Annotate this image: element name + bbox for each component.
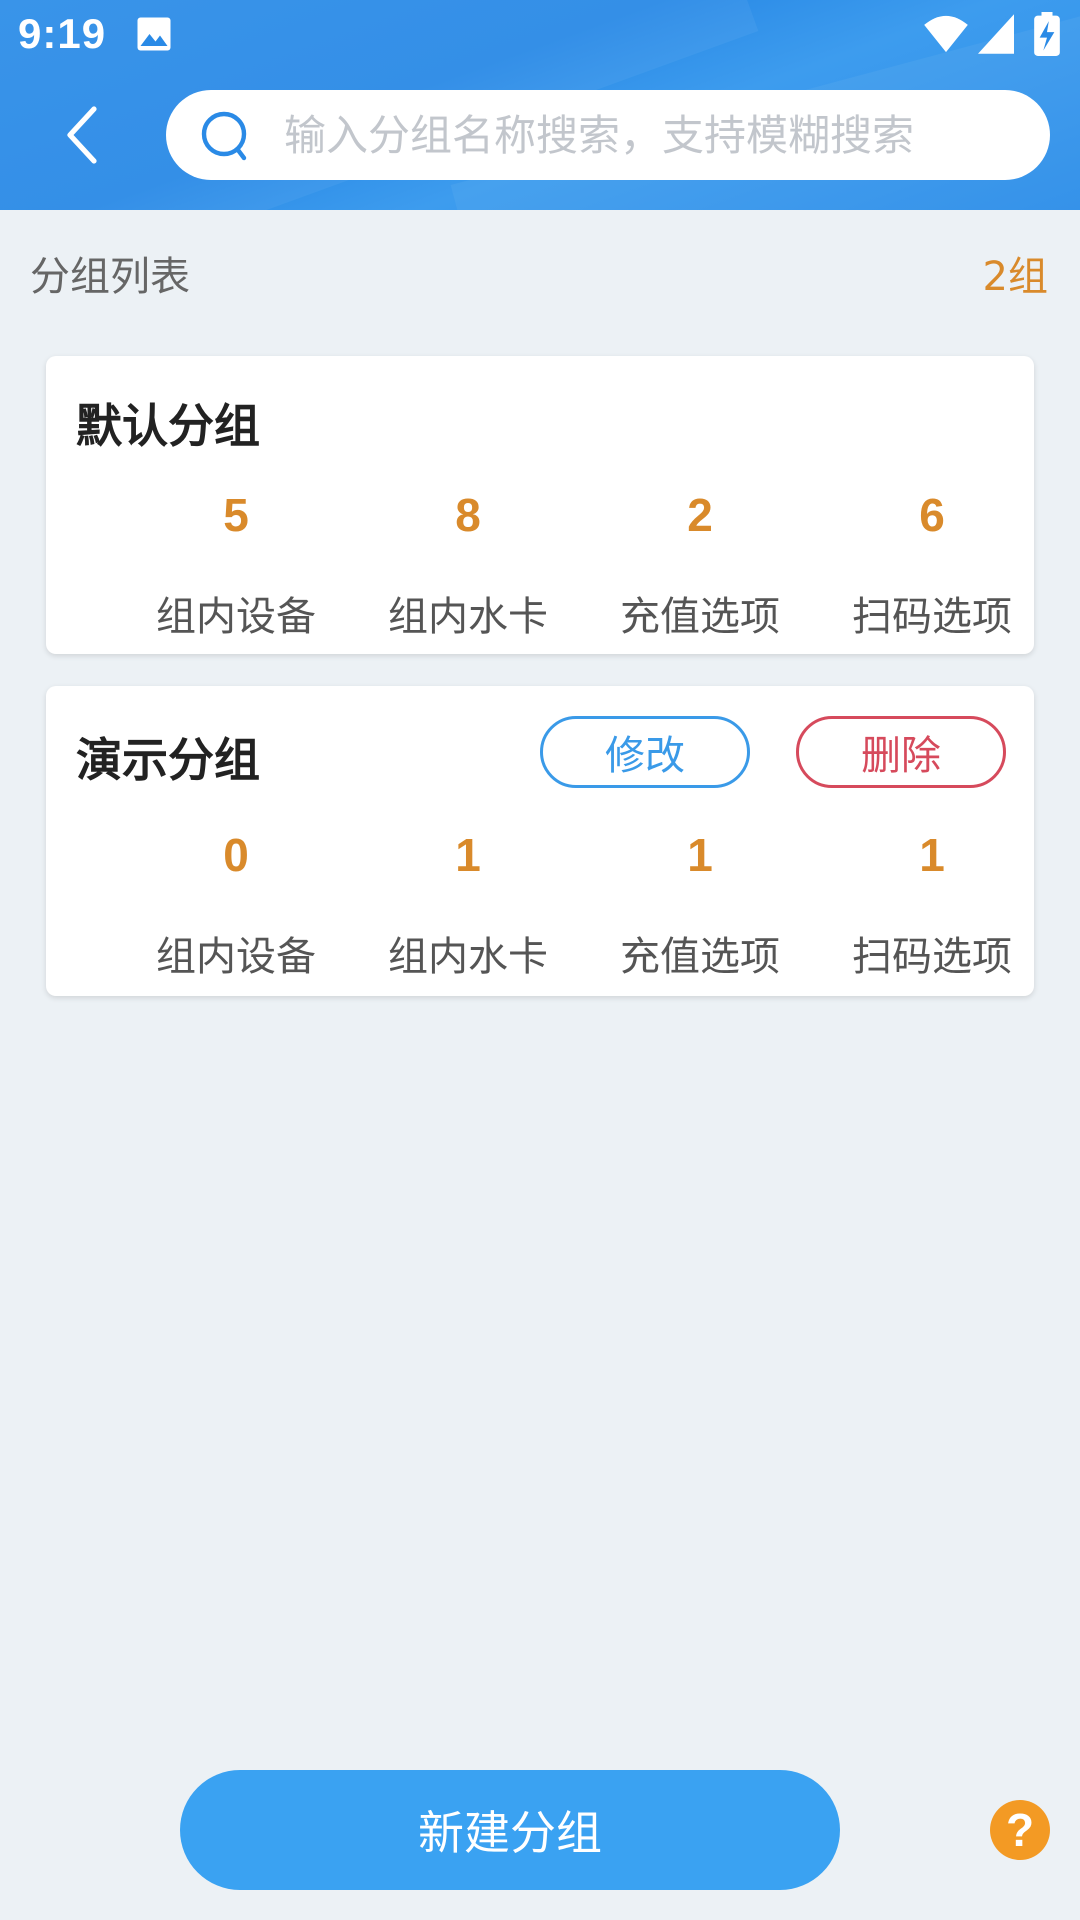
- stat-value: 8: [455, 489, 481, 541]
- stat-value: 1: [687, 829, 713, 881]
- search-box[interactable]: [166, 90, 1050, 180]
- status-bar: 9:19: [0, 0, 1080, 72]
- stat-label: 充值选项: [620, 594, 780, 640]
- signal-icon: [978, 14, 1014, 54]
- stat-value: 6: [919, 489, 945, 541]
- search-input[interactable]: [284, 90, 1024, 180]
- stat-label: 扫码选项: [852, 934, 1012, 980]
- stat-value: 1: [919, 829, 945, 881]
- search-icon: [201, 111, 247, 161]
- group-name: 默认分组: [76, 399, 260, 453]
- stat-value: 0: [223, 829, 249, 881]
- edit-button[interactable]: 修改: [540, 716, 750, 788]
- stat-value: 5: [223, 489, 249, 541]
- stat-scan-options: 6 扫码选项: [816, 488, 1048, 642]
- group-card-default[interactable]: 默认分组 5 组内设备 8 组内水卡 2 充值选项 6 扫码选项: [46, 356, 1034, 654]
- stat-label: 组内设备: [156, 594, 316, 640]
- delete-button[interactable]: 删除: [796, 716, 1006, 788]
- new-group-button[interactable]: 新建分组: [180, 1770, 840, 1890]
- status-time: 9:19: [18, 10, 107, 57]
- back-button[interactable]: [52, 100, 112, 170]
- group-name: 演示分组: [76, 733, 260, 787]
- wifi-icon: [924, 15, 968, 53]
- stat-devices: 0 组内设备: [120, 828, 352, 982]
- stat-devices: 5 组内设备: [120, 488, 352, 642]
- stat-recharge-options: 1 充值选项: [584, 828, 816, 982]
- stat-water-cards: 1 组内水卡: [352, 828, 584, 982]
- list-title: 分组列表: [30, 254, 190, 300]
- battery-icon: [1034, 12, 1060, 56]
- stat-value: 1: [455, 829, 481, 881]
- back-arrow-icon: [67, 106, 97, 164]
- app-header: 9:19: [0, 0, 1080, 210]
- stat-value: 2: [687, 489, 713, 541]
- stat-label: 组内设备: [156, 934, 316, 980]
- stat-label: 扫码选项: [852, 594, 1012, 640]
- help-button[interactable]: ?: [990, 1800, 1050, 1860]
- group-count: 2组: [982, 254, 1048, 300]
- stat-water-cards: 8 组内水卡: [352, 488, 584, 642]
- stat-label: 组内水卡: [388, 934, 548, 980]
- image-icon: [137, 17, 171, 51]
- stat-recharge-options: 2 充值选项: [584, 488, 816, 642]
- stat-label: 充值选项: [620, 934, 780, 980]
- group-card-demo[interactable]: 演示分组 修改 删除 0 组内设备 1 组内水卡 1 充值选项 1 扫码选项: [46, 686, 1034, 996]
- stat-label: 组内水卡: [388, 594, 548, 640]
- stat-scan-options: 1 扫码选项: [816, 828, 1048, 982]
